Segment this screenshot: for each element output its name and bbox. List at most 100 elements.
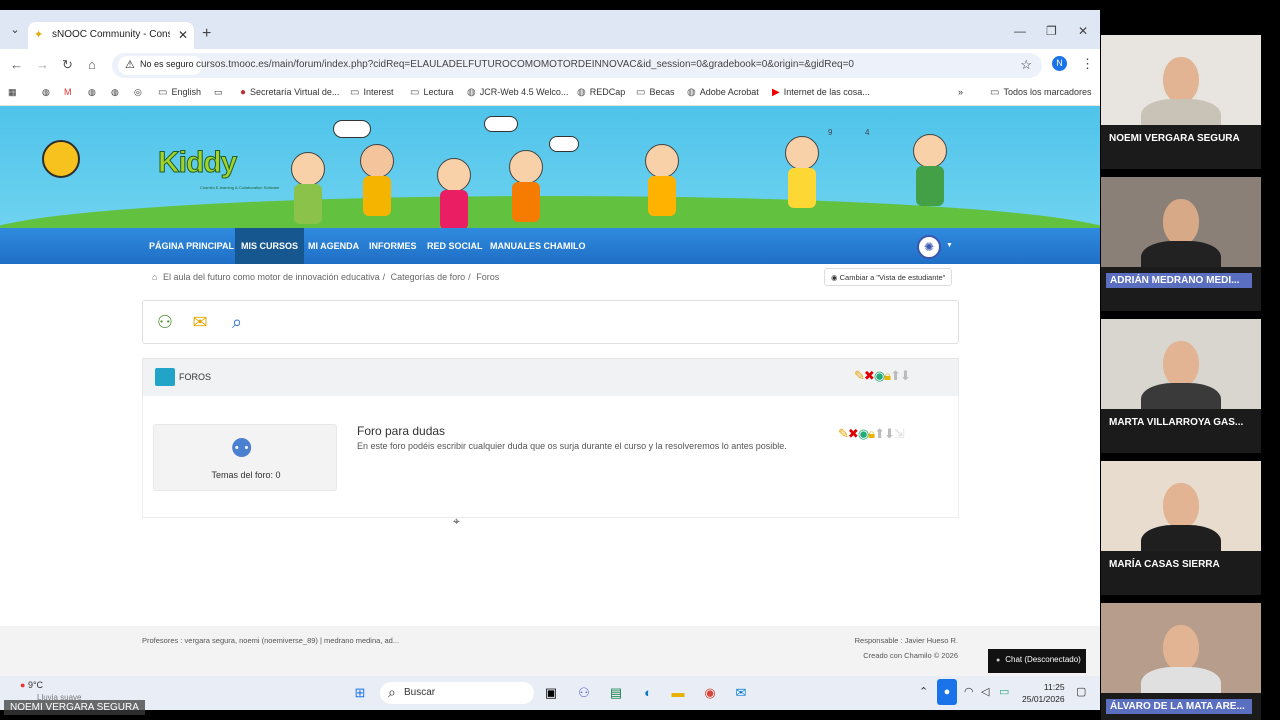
kid-illustration: [504, 150, 548, 228]
url-text[interactable]: cursos.tmooc.es/main/forum/index.php?cid…: [196, 59, 854, 70]
edit-icon[interactable]: ✎: [854, 368, 865, 383]
move-up-icon[interactable]: ⬆: [874, 426, 885, 441]
bookmark-becas[interactable]: ▭ Becas: [636, 87, 674, 98]
wifi-icon[interactable]: ◠: [964, 685, 974, 698]
notifications-count[interactable]: 4: [865, 128, 869, 137]
delete-icon[interactable]: ✖: [848, 426, 859, 441]
participant-tile[interactable]: MARÍA CASAS SIERRA: [1101, 461, 1261, 595]
reload-icon[interactable]: ↻: [62, 57, 73, 73]
site-logo[interactable]: Kiddy: [157, 146, 237, 180]
forward-icon[interactable]: →: [36, 57, 49, 72]
bookmark-interest[interactable]: ▭ Interest: [350, 87, 393, 98]
edge-icon[interactable]: ◐: [638, 683, 658, 703]
move-up-icon[interactable]: ⬆: [890, 368, 901, 383]
bookmark-english[interactable]: ▭ English: [158, 87, 201, 98]
participant-tile[interactable]: NOEMI VERGARA SEGURA: [1101, 35, 1261, 169]
omnibox[interactable]: No es seguro cursos.tmooc.es/main/forum/…: [112, 53, 1042, 78]
folder-icon: ▭: [990, 87, 1000, 98]
search-icon[interactable]: ⌕: [223, 308, 251, 336]
menu-reports[interactable]: INFORMES: [363, 228, 423, 264]
export-icon[interactable]: ⇲: [894, 426, 905, 441]
footer-created[interactable]: Creado con Chamilo © 2026: [863, 651, 958, 660]
bookmark-secretaria[interactable]: ● Secretaría Virtual de...: [240, 87, 339, 98]
profile-avatar[interactable]: N: [1052, 56, 1067, 71]
move-down-icon[interactable]: ⬇: [900, 368, 911, 383]
breadcrumb-course[interactable]: El aula del futuro como motor de innovac…: [163, 272, 380, 282]
system-clock[interactable]: 11:25 25/01/2026: [1022, 681, 1065, 705]
browser-tab[interactable]: ✦ sNOOC Community - Constru ✕: [28, 22, 194, 49]
all-bookmarks[interactable]: ▭ Todos los marcadores: [990, 87, 1092, 98]
users-online-count[interactable]: 9: [828, 128, 832, 137]
forum-actions: ✎✖◉🔒︎⬆⬇⇲: [838, 426, 905, 442]
windows-taskbar: ● 9°C Lluvia suave ⊞ Buscar ▣ ⚇ ▤ ◐ ▬ ◉ …: [0, 676, 1100, 710]
bookmark-globe-icon[interactable]: ◍: [88, 87, 96, 98]
forum-card[interactable]: ⚉ Temas del foro: 0: [153, 424, 337, 491]
volume-icon[interactable]: ◁: [981, 685, 989, 698]
notification-bell-icon[interactable]: ▢: [1076, 685, 1086, 698]
add-forum-icon[interactable]: ✉: [186, 308, 214, 336]
participant-video: [1163, 625, 1199, 671]
browser-menu-icon[interactable]: ⋮: [1081, 56, 1094, 72]
menu-agenda[interactable]: MI AGENDA: [302, 228, 365, 264]
close-tab-icon[interactable]: ✕: [178, 28, 188, 42]
minimize-icon[interactable]: —: [1014, 24, 1026, 38]
forum-title-link[interactable]: Foro para dudas: [357, 424, 445, 438]
chat-status-button[interactable]: Chat (Desconectado): [988, 649, 1086, 673]
delete-icon[interactable]: ✖: [864, 368, 875, 383]
footer-responsible[interactable]: Responsable : Javier Hueso R.: [855, 636, 958, 645]
taskbar-search[interactable]: Buscar: [380, 682, 534, 704]
user-avatar-icon[interactable]: ✺: [917, 235, 941, 259]
bookmark-iot[interactable]: ▶ Internet de las cosa...: [772, 87, 870, 98]
gmail-icon[interactable]: M: [64, 87, 72, 97]
restore-icon[interactable]: ❐: [1046, 24, 1057, 38]
kid-illustration: [288, 152, 328, 228]
battery-icon[interactable]: ▭: [999, 685, 1009, 698]
breadcrumb-categories[interactable]: Categorías de foro: [391, 272, 466, 282]
more-bookmarks-icon[interactable]: »: [958, 87, 963, 97]
add-category-icon[interactable]: ⚇: [151, 308, 179, 336]
home-icon[interactable]: ⌂: [152, 272, 157, 282]
menu-social[interactable]: RED SOCIAL: [421, 228, 489, 264]
menu-manuals[interactable]: MANUALES CHAMILO: [484, 228, 592, 264]
bookmark-lectura[interactable]: ▭ Lectura: [410, 87, 453, 98]
move-down-icon[interactable]: ⬇: [884, 426, 895, 441]
bookmark-globe-icon[interactable]: ◍: [111, 87, 119, 98]
participant-tile[interactable]: ÁLVARO DE LA MATA ARE...: [1101, 603, 1261, 720]
folder-icon[interactable]: ▭: [214, 87, 223, 98]
home-icon[interactable]: ⌂: [88, 57, 96, 72]
weather-widget[interactable]: ● 9°C: [20, 680, 43, 690]
caret-down-icon[interactable]: ▼: [946, 242, 953, 249]
start-menu-icon[interactable]: ⊞: [350, 683, 370, 703]
visibility-icon[interactable]: ◉: [858, 426, 869, 441]
cloud-illustration: [549, 136, 579, 152]
bookmark-star-icon[interactable]: ☆: [1020, 57, 1032, 73]
microphone-icon[interactable]: ●: [937, 679, 957, 705]
edit-icon[interactable]: ✎: [838, 426, 849, 441]
chrome-icon[interactable]: ◉: [700, 683, 720, 703]
tab-search-icon[interactable]: ⌄: [8, 23, 22, 37]
file-explorer-icon[interactable]: ▬: [668, 683, 688, 703]
bookmark-globe-icon[interactable]: ◍: [42, 87, 50, 98]
menu-home[interactable]: PÁGINA PRINCIPAL: [143, 228, 240, 264]
apps-grid-icon[interactable]: ▦: [8, 87, 17, 98]
menu-my-courses[interactable]: MIS CURSOS: [235, 228, 305, 264]
site-favicon-icon: ✦: [34, 29, 44, 41]
bookmark-acrobat[interactable]: ◍ Adobe Acrobat: [687, 87, 759, 98]
store-icon[interactable]: ▤: [606, 683, 626, 703]
back-icon[interactable]: ←: [10, 57, 23, 72]
globe-icon: ◍: [467, 87, 476, 98]
not-secure-badge[interactable]: No es seguro: [118, 56, 202, 75]
teams-icon[interactable]: ⚇: [574, 683, 594, 703]
visibility-icon[interactable]: ◉: [874, 368, 885, 383]
participant-tile[interactable]: ADRIÁN MEDRANO MEDI...: [1101, 177, 1261, 311]
new-tab-icon[interactable]: +: [202, 25, 211, 43]
student-view-button[interactable]: ◉ Cambiar a "Vista de estudiante": [824, 268, 952, 286]
task-view-icon[interactable]: ▣: [541, 683, 561, 703]
bookmark-globe-icon[interactable]: ◎: [134, 87, 142, 98]
close-window-icon[interactable]: ✕: [1078, 24, 1088, 38]
bookmark-redcap[interactable]: ◍ REDCap: [577, 87, 625, 98]
tray-overflow-icon[interactable]: ⌃: [919, 685, 928, 698]
participant-tile[interactable]: MARTA VILLARROYA GAS...: [1101, 319, 1261, 453]
bookmark-jcr[interactable]: ◍ JCR-Web 4.5 Welco...: [467, 87, 568, 98]
outlook-icon[interactable]: ✉: [731, 683, 751, 703]
